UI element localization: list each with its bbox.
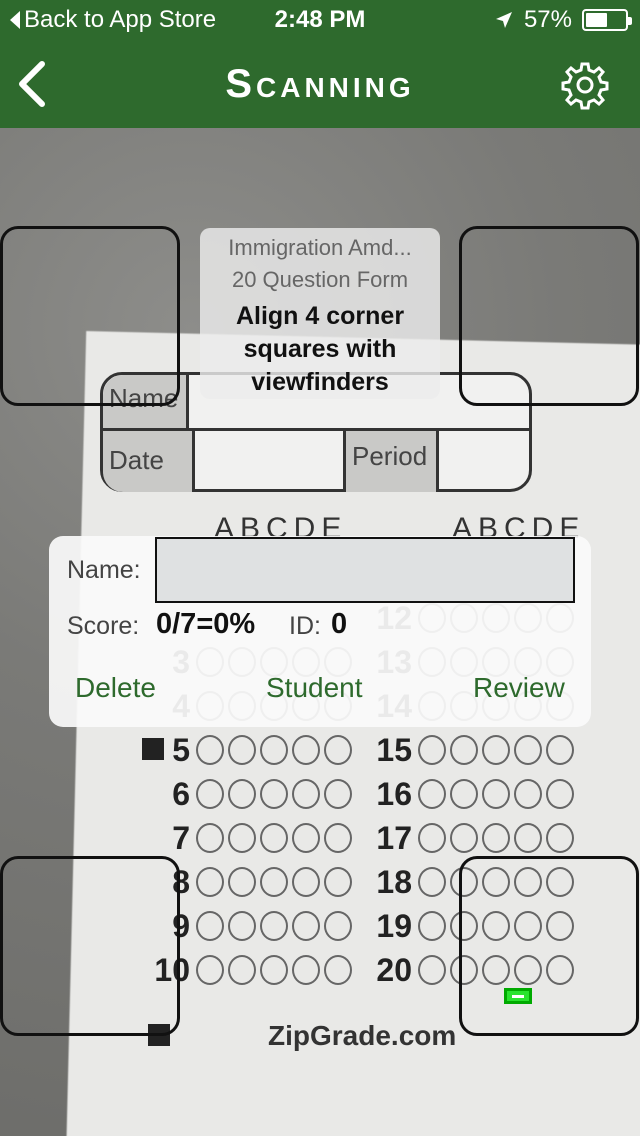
answer-bubble <box>228 779 256 809</box>
sheet-question-number: 6 <box>172 775 190 812</box>
delete-button[interactable]: Delete <box>75 672 156 704</box>
answer-bubble <box>482 779 510 809</box>
answer-bubble <box>196 911 224 941</box>
answer-bubble <box>324 911 352 941</box>
battery-nub <box>628 17 632 25</box>
detection-marker-icon <box>504 988 532 1004</box>
sheet-question-row: 7 <box>150 816 356 860</box>
answer-bubble <box>324 823 352 853</box>
sheet-date-label: Date <box>103 431 195 492</box>
sheet-period-label: Period <box>343 431 439 492</box>
answer-bubble <box>228 823 256 853</box>
page-title: Scanning <box>225 62 415 106</box>
answer-bubble <box>228 911 256 941</box>
viewfinder-bottom-right <box>459 856 639 1036</box>
battery-fill <box>586 13 608 27</box>
location-arrow-icon <box>495 12 512 28</box>
answer-bubble <box>228 955 256 985</box>
answer-bubble <box>292 823 320 853</box>
review-button[interactable]: Review <box>473 672 565 704</box>
sheet-question-row: 6 <box>150 772 356 816</box>
answer-bubble <box>228 735 256 765</box>
answer-bubble <box>514 735 542 765</box>
answer-bubble <box>324 867 352 897</box>
status-bar: Back to App Store 2:48 PM 57% <box>0 0 640 40</box>
answer-bubble <box>324 735 352 765</box>
answer-bubble <box>546 779 574 809</box>
answer-bubble <box>260 779 288 809</box>
viewfinder-top-left <box>0 226 180 406</box>
answer-bubble <box>292 911 320 941</box>
answer-bubble <box>418 823 446 853</box>
answer-bubble <box>292 735 320 765</box>
student-button[interactable]: Student <box>266 672 363 704</box>
sheet-question-row: 17 <box>372 816 578 860</box>
status-right: 57% <box>494 6 632 34</box>
sheet-question-row: 9 <box>150 904 356 948</box>
answer-bubble <box>514 779 542 809</box>
viewfinder-top-right <box>459 226 639 406</box>
answer-bubble <box>418 867 446 897</box>
id-label: ID: <box>289 612 321 640</box>
sheet-question-number: 20 <box>376 951 412 988</box>
sheet-question-row: 8 <box>150 860 356 904</box>
answer-bubble <box>260 735 288 765</box>
answer-bubble <box>482 735 510 765</box>
battery-percent: 57% <box>523 6 572 33</box>
name-label: Name: <box>67 556 141 584</box>
answer-bubble <box>292 955 320 985</box>
sheet-footer: ZipGrade.com <box>268 1020 457 1051</box>
answer-bubble <box>514 823 542 853</box>
scan-instructions: Immigration Amd... 20 Question Form Alig… <box>200 228 440 399</box>
answer-bubble <box>450 779 478 809</box>
sheet-question-number: 17 <box>376 819 412 856</box>
answer-bubble <box>196 867 224 897</box>
answer-bubble <box>324 955 352 985</box>
id-value: 0 <box>331 608 348 640</box>
form-name: Immigration Amd... <box>228 235 412 260</box>
sheet-question-number: 5 <box>172 731 190 768</box>
answer-bubble <box>260 867 288 897</box>
gear-icon[interactable] <box>560 60 610 110</box>
sheet-question-number: 19 <box>376 907 412 944</box>
answer-bubble <box>418 911 446 941</box>
scan-result-card: Name: Score: 0/7=0% ID: 0 Delete Student… <box>49 536 591 727</box>
answer-bubble <box>196 823 224 853</box>
answer-bubble <box>450 735 478 765</box>
answer-bubble <box>450 823 478 853</box>
answer-bubble <box>546 735 574 765</box>
score-value: 0/7=0% <box>156 608 256 640</box>
answer-bubble <box>196 779 224 809</box>
answer-bubble <box>196 735 224 765</box>
sheet-question-number: 7 <box>172 819 190 856</box>
sheet-question-row: 10 <box>150 948 356 992</box>
student-name-field[interactable] <box>155 537 575 603</box>
sheet-question-row: 15 <box>372 728 578 772</box>
answer-bubble <box>292 867 320 897</box>
answer-bubble <box>418 735 446 765</box>
sheet-question-number: 15 <box>376 731 412 768</box>
sheet-question-number: 18 <box>376 863 412 900</box>
answer-bubble <box>292 779 320 809</box>
sheet-question-row: 16 <box>372 772 578 816</box>
viewfinder-bottom-left <box>0 856 180 1036</box>
sheet-question-row: 5 <box>150 728 356 772</box>
answer-bubble <box>482 823 510 853</box>
answer-bubble <box>546 823 574 853</box>
align-message: Align 4 corner squares with viewfinders <box>235 302 405 396</box>
answer-bubble <box>260 823 288 853</box>
score-label: Score: <box>67 612 140 640</box>
answer-bubble <box>196 955 224 985</box>
battery-icon <box>582 9 632 31</box>
answer-bubble <box>324 779 352 809</box>
answer-bubble <box>228 867 256 897</box>
camera-view: Name Date Period ABCDE ABCDE 345678910 1… <box>0 128 640 1136</box>
answer-bubble <box>418 955 446 985</box>
sheet-question-number: 16 <box>376 775 412 812</box>
form-type: 20 Question Form <box>231 267 409 292</box>
answer-bubble <box>260 911 288 941</box>
answer-bubble <box>418 779 446 809</box>
nav-bar: Scanning <box>0 40 640 128</box>
answer-bubble <box>260 955 288 985</box>
